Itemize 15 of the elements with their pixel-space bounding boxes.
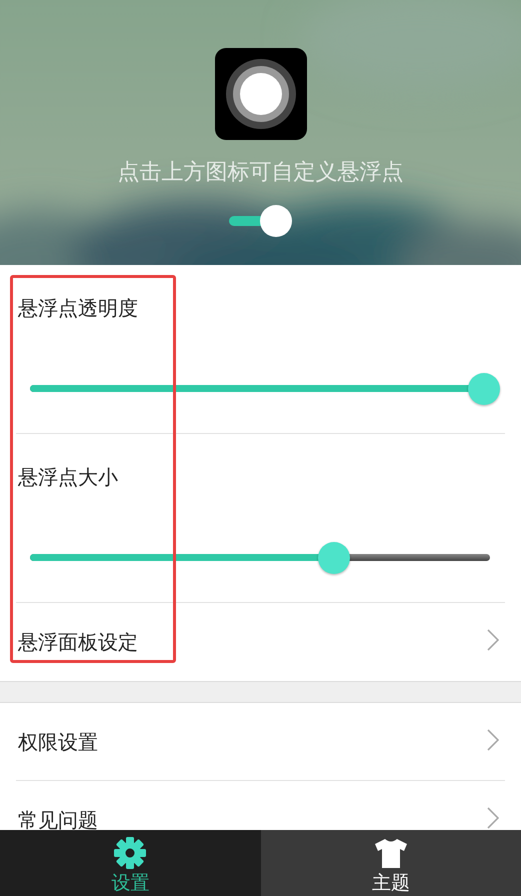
tab[interactable]: 主题 <box>260 830 521 896</box>
settings-row[interactable]: 悬浮面板设定 <box>16 603 505 681</box>
settings-row[interactable]: 常见问题 <box>16 781 505 830</box>
settings-row[interactable]: 权限设置 <box>16 703 505 781</box>
chevron-icon <box>487 807 499 829</box>
tab[interactable]: 设置 <box>0 830 260 896</box>
chevron-icon <box>487 629 499 651</box>
toggle-switch[interactable] <box>228 204 292 238</box>
caption-text: 点击上方图标可自定义悬浮点 <box>118 160 404 186</box>
setting-label: 悬浮点大小 <box>17 464 119 490</box>
t-shirt-icon <box>372 836 409 870</box>
app-icon[interactable] <box>214 48 306 140</box>
setting-label: 悬浮点透明度 <box>17 295 139 321</box>
gear-icon <box>112 836 148 870</box>
chevron-icon <box>487 729 499 751</box>
